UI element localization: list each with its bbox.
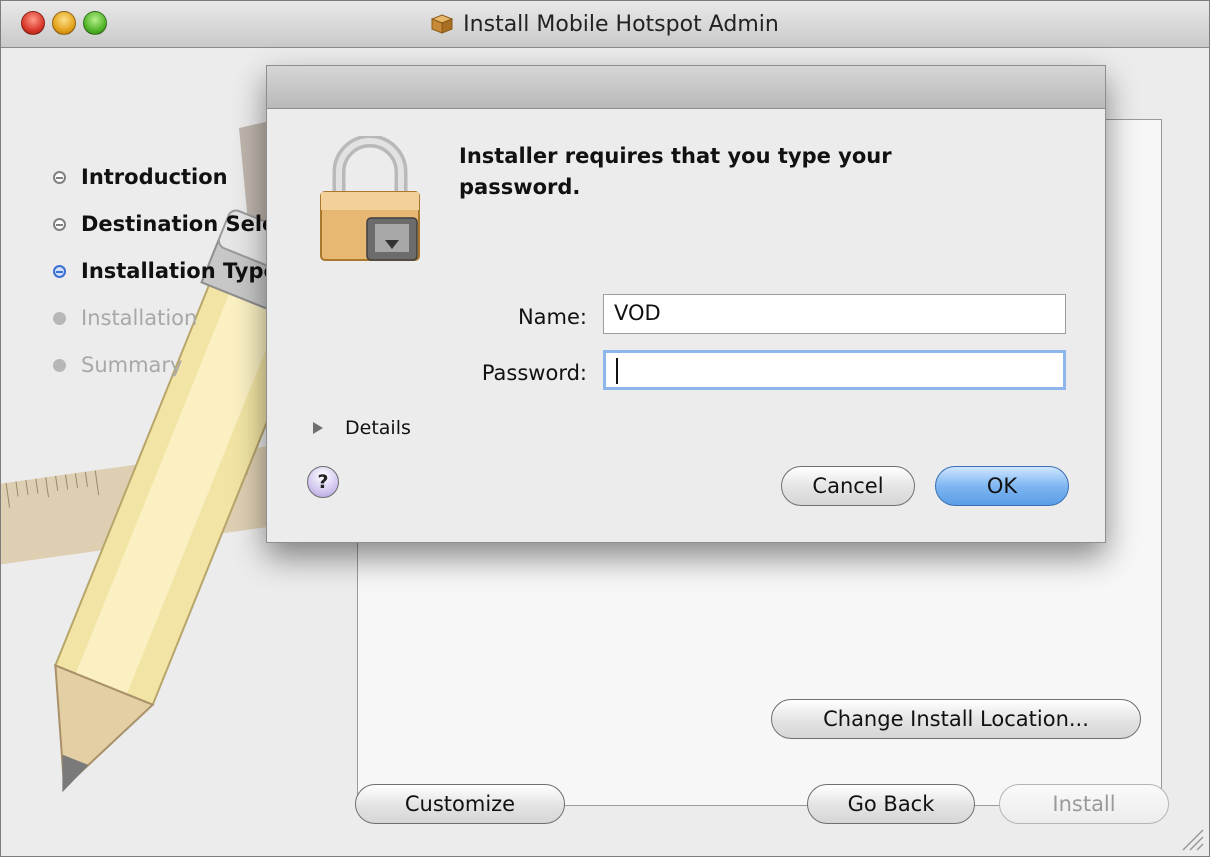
text-caret <box>616 358 618 384</box>
step-installation: Installation <box>53 306 197 330</box>
window-title: Install Mobile Hotspot Admin <box>463 11 779 37</box>
step-installation-type: Installation Type <box>53 259 278 283</box>
authentication-dialog: Installer requires that you type your pa… <box>266 65 1106 543</box>
step-done-bullet-icon <box>53 217 66 231</box>
change-install-location-button[interactable]: Change Install Location... <box>771 699 1141 739</box>
resize-grip-icon[interactable] <box>1179 826 1205 852</box>
step-introduction: Introduction <box>53 165 228 189</box>
step-label: Installation <box>81 306 198 330</box>
password-label: Password: <box>481 361 587 385</box>
password-prompt-text: Installer requires that you type your pa… <box>459 144 892 199</box>
customize-button[interactable]: Customize <box>355 784 565 824</box>
cancel-button[interactable]: Cancel <box>781 466 915 506</box>
help-button[interactable]: ? <box>307 466 339 498</box>
step-pending-bullet-icon <box>53 311 66 325</box>
ok-button[interactable]: OK <box>935 466 1069 506</box>
title-bar[interactable]: Install Mobile Hotspot Admin <box>1 1 1209 48</box>
details-label: Details <box>345 417 411 439</box>
install-button[interactable]: Install <box>999 784 1169 824</box>
step-destination-select: Destination Select <box>53 212 299 236</box>
step-label: Introduction <box>81 165 228 189</box>
step-label: Installation Type <box>81 259 278 283</box>
lock-icon <box>320 136 420 261</box>
details-disclosure[interactable]: Details <box>313 417 411 439</box>
password-field[interactable] <box>603 350 1066 390</box>
name-field[interactable]: VOD <box>603 294 1066 334</box>
dialog-top-bar <box>267 66 1105 109</box>
step-current-bullet-icon <box>53 264 66 278</box>
step-label: Summary <box>81 353 183 377</box>
disclosure-triangle-icon[interactable] <box>313 422 323 434</box>
step-done-bullet-icon <box>53 170 66 184</box>
installer-window: Install Mobile Hotspot Admin Introductio… <box>0 0 1210 857</box>
package-icon <box>431 14 454 34</box>
go-back-button[interactable]: Go Back <box>807 784 975 824</box>
step-pending-bullet-icon <box>53 358 66 372</box>
step-summary: Summary <box>53 353 182 377</box>
name-label: Name: <box>517 305 587 329</box>
